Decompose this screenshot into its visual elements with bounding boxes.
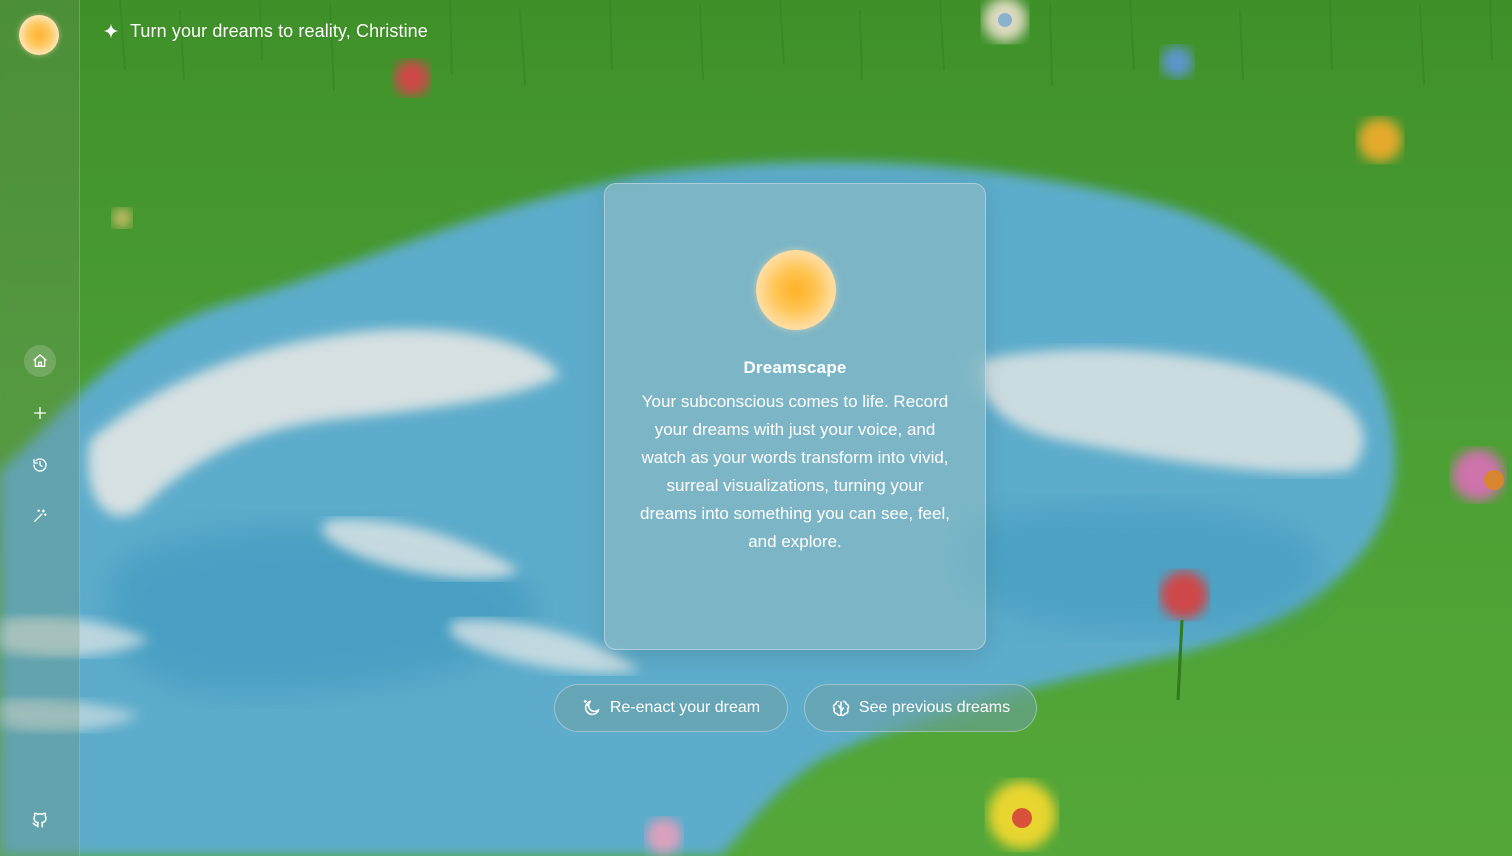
dreamscape-app: Turn your dreams to reality, Christine D…	[0, 0, 1512, 856]
sidebar-item-home[interactable]	[24, 345, 56, 377]
card-title: Dreamscape	[743, 358, 847, 377]
reenact-dream-button[interactable]: Re-enact your dream	[554, 684, 788, 732]
dreamscape-orb-logo[interactable]	[19, 15, 59, 55]
see-previous-dreams-label: See previous dreams	[858, 699, 1011, 716]
magic-wand-icon	[34, 509, 47, 522]
sidebar-item-new[interactable]	[24, 397, 56, 429]
history-icon	[33, 458, 47, 472]
dreamscape-orb	[756, 250, 836, 330]
plus-icon	[34, 407, 46, 419]
header-greeting: Turn your dreams to reality, Christine	[102, 18, 428, 44]
sidebar-item-magic[interactable]	[24, 500, 56, 532]
dreamscape-intro-card: Dreamscape Your subconscious comes to li…	[604, 183, 986, 650]
sparkle-icon	[103, 23, 119, 39]
brain-icon	[832, 700, 850, 717]
github-icon	[32, 812, 47, 828]
see-previous-dreams-button[interactable]: See previous dreams	[804, 684, 1037, 732]
moon-sparkle-icon	[583, 699, 600, 716]
card-description: Your subconscious comes to life. Record …	[640, 392, 950, 551]
sidebar	[0, 0, 80, 856]
sidebar-item-history[interactable]	[24, 449, 56, 481]
greeting-text: Turn your dreams to reality, Christine	[130, 20, 428, 41]
github-link[interactable]	[29, 809, 51, 831]
reenact-dream-label: Re-enact your dream	[609, 699, 761, 716]
home-icon	[33, 354, 47, 367]
